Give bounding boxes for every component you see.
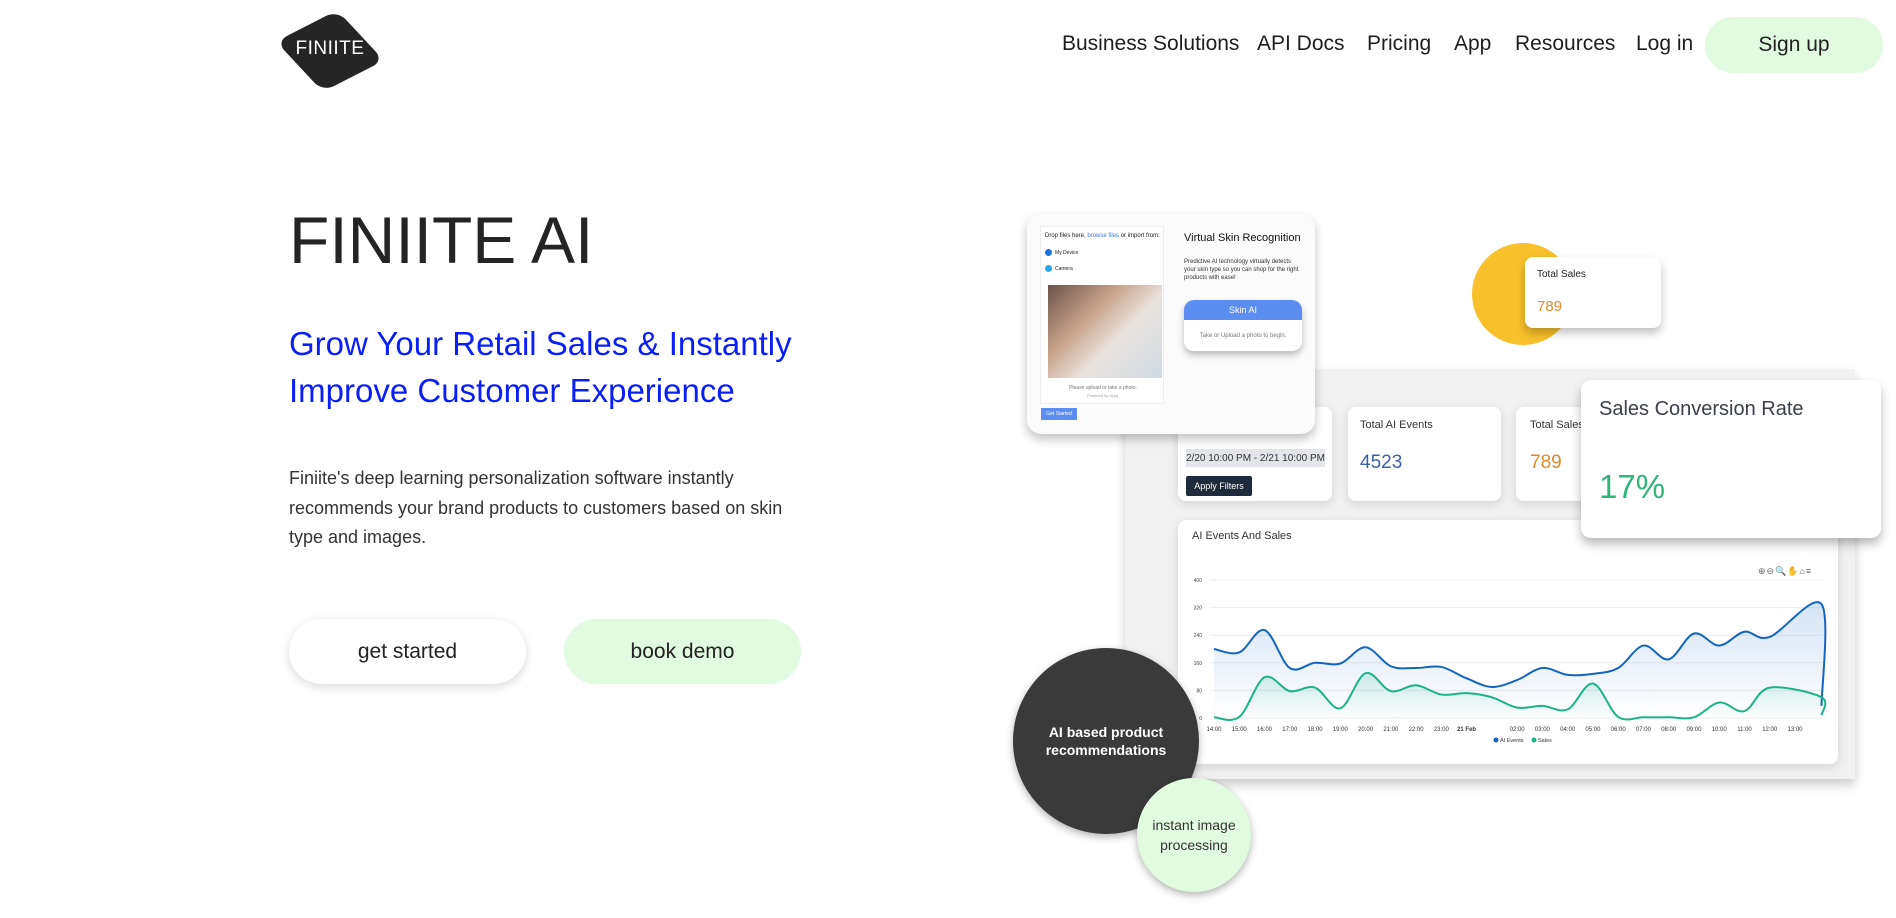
float-sales-value: 789 bbox=[1537, 298, 1563, 315]
date-range-input[interactable]: 2/20 10:00 PM - 2/21 10:00 PM bbox=[1186, 449, 1325, 467]
user-photo bbox=[1048, 285, 1162, 378]
upload-panel: Drop files here, browse files or import … bbox=[1040, 226, 1164, 404]
y-tick-label: 320 bbox=[1194, 606, 1203, 612]
float-sales-label: Total Sales bbox=[1537, 269, 1586, 280]
x-tick-label: 21 Feb bbox=[1457, 727, 1476, 733]
x-tick-label: 06:00 bbox=[1611, 727, 1627, 733]
skin-ai-header[interactable]: Skin AI bbox=[1184, 300, 1302, 320]
x-tick-label: 08:00 bbox=[1661, 727, 1677, 733]
skin-get-started-button[interactable]: Get Started bbox=[1041, 408, 1077, 420]
nav-api-docs[interactable]: API Docs bbox=[1257, 32, 1345, 56]
ai-events-card: Total AI Events 4523 bbox=[1348, 407, 1501, 501]
skin-ai-widget[interactable]: Skin AI Take or Upload a photo to begin. bbox=[1184, 300, 1302, 351]
nav-business-solutions[interactable]: Business Solutions bbox=[1062, 32, 1239, 56]
total-sales-float-card: Total Sales 789 bbox=[1525, 257, 1661, 328]
x-tick-label: 17:00 bbox=[1282, 727, 1298, 733]
y-tick-label: 0 bbox=[1199, 716, 1202, 722]
x-tick-label: 02:00 bbox=[1510, 727, 1526, 733]
x-tick-label: 11:00 bbox=[1737, 727, 1752, 733]
subtitle-line-1: Grow Your Retail Sales & Instantly bbox=[289, 325, 792, 362]
subtitle-line-2: Improve Customer Experience bbox=[289, 372, 735, 409]
y-tick-label: 240 bbox=[1194, 633, 1203, 639]
device-icon bbox=[1045, 249, 1052, 256]
my-device-option[interactable]: My Device bbox=[1045, 249, 1078, 256]
x-tick-label: 03:00 bbox=[1535, 727, 1551, 733]
conversion-rate-card: Sales Conversion Rate 17% bbox=[1581, 380, 1881, 538]
legend-marker bbox=[1531, 737, 1537, 743]
hero-subtitle: Grow Your Retail Sales & Instantly Improv… bbox=[289, 320, 792, 414]
y-tick-label: 160 bbox=[1194, 661, 1203, 667]
x-tick-label: 19:00 bbox=[1333, 727, 1349, 733]
x-tick-label: 22:00 bbox=[1409, 727, 1425, 733]
x-tick-label: 15:00 bbox=[1232, 727, 1248, 733]
legend-label: AI Events bbox=[1500, 738, 1524, 744]
legend-marker bbox=[1493, 737, 1499, 743]
powered-by: Powered by Uppy bbox=[1087, 393, 1119, 398]
book-demo-button[interactable]: book demo bbox=[564, 619, 801, 684]
x-tick-label: 05:00 bbox=[1585, 727, 1601, 733]
camera-icon bbox=[1045, 265, 1052, 272]
nav-pricing[interactable]: Pricing bbox=[1367, 32, 1431, 56]
nav-resources[interactable]: Resources bbox=[1515, 32, 1615, 56]
legend-label: Sales bbox=[1538, 738, 1552, 744]
logo-text[interactable]: FINIITE bbox=[287, 38, 373, 60]
apply-filters-button[interactable]: Apply Filters bbox=[1186, 476, 1252, 496]
browse-files-link[interactable]: browse files bbox=[1087, 233, 1119, 239]
x-tick-label: 16:00 bbox=[1257, 727, 1273, 733]
x-tick-label: 14:00 bbox=[1206, 727, 1222, 733]
x-tick-label: 20:00 bbox=[1358, 727, 1374, 733]
conversion-label: Sales Conversion Rate bbox=[1599, 398, 1804, 420]
x-tick-label: 07:00 bbox=[1636, 727, 1652, 733]
hero-description: Finiite's deep learning personalization … bbox=[289, 468, 783, 547]
skin-card-description: Predictive AI technology virtually detec… bbox=[1184, 259, 1299, 281]
x-tick-label: 10:00 bbox=[1712, 727, 1728, 733]
ai-events-label: Total AI Events bbox=[1360, 419, 1433, 431]
y-tick-label: 80 bbox=[1196, 688, 1202, 694]
skin-card-title: Virtual Skin Recognition bbox=[1184, 232, 1301, 244]
nav-app[interactable]: App bbox=[1454, 32, 1491, 56]
conversion-value: 17% bbox=[1599, 468, 1666, 505]
camera-option[interactable]: Camera bbox=[1045, 265, 1073, 272]
x-tick-label: 18:00 bbox=[1308, 727, 1324, 733]
x-tick-label: 21:00 bbox=[1383, 727, 1399, 733]
skin-ai-prompt: Take or Upload a photo to begin. bbox=[1199, 332, 1287, 339]
upload-hint: Please upload or take a photo. bbox=[1069, 385, 1137, 391]
nav-log-in[interactable]: Log in bbox=[1636, 32, 1693, 56]
drop-text: Drop files here, browse files or import … bbox=[1045, 233, 1160, 239]
total-sales-label: Total Sales bbox=[1530, 419, 1584, 431]
skin-recognition-card: Drop files here, browse files or import … bbox=[1027, 214, 1315, 434]
x-tick-label: 09:00 bbox=[1686, 727, 1702, 733]
image-processing-bubble: instant image processing bbox=[1137, 778, 1251, 892]
y-tick-label: 400 bbox=[1194, 578, 1203, 584]
x-tick-label: 12:00 bbox=[1762, 727, 1778, 733]
page-title: FINIITE AI bbox=[289, 203, 594, 277]
get-started-button[interactable]: get started bbox=[289, 619, 526, 684]
x-tick-label: 13:00 bbox=[1787, 727, 1803, 733]
ai-events-value: 4523 bbox=[1360, 452, 1403, 473]
events-sales-chart: 0 80 160 240 320 400 14:00 15:00 16:00 17:00 18:00… bbox=[1194, 578, 1827, 744]
x-tick-label: 04:00 bbox=[1560, 727, 1576, 733]
sign-up-button[interactable]: Sign up bbox=[1705, 17, 1883, 73]
total-sales-value: 789 bbox=[1530, 452, 1562, 473]
x-tick-label: 23:00 bbox=[1434, 727, 1450, 733]
